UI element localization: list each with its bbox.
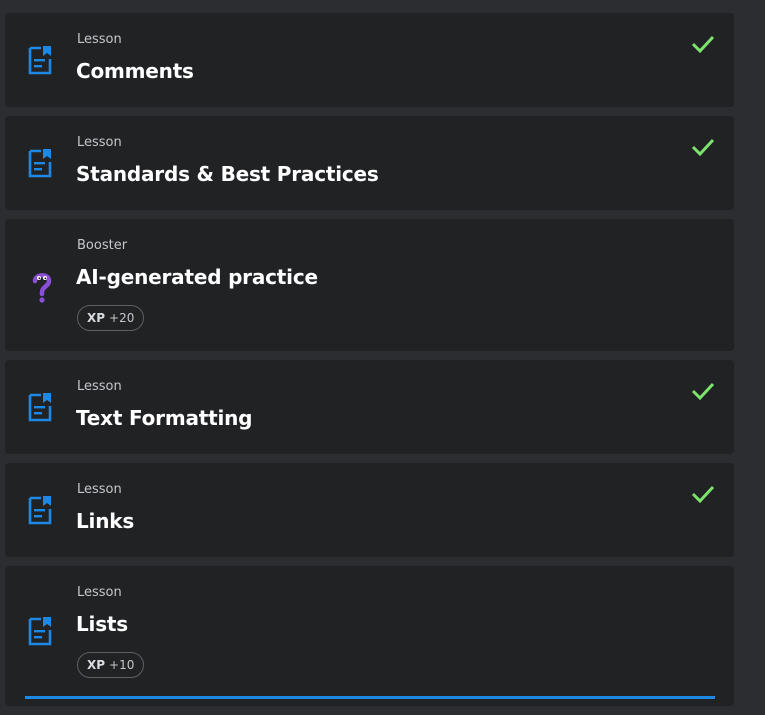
lesson-icon [28,149,52,178]
booster-item-ai-practice[interactable]: Booster AI-generated practice XP +20 [5,219,734,351]
item-kind: Lesson [77,585,122,600]
xp-label: XP [87,311,106,325]
item-kind: Lesson [77,482,122,497]
lesson-icon [28,46,52,75]
item-title: Links [76,509,135,533]
lesson-list: Lesson Comments Lesson Standards & Best … [5,13,734,715]
check-icon [691,485,715,503]
xp-label: XP [87,658,106,672]
lesson-icon [28,393,52,422]
lesson-item-lists[interactable]: Lesson Lists XP +10 [5,566,734,706]
xp-badge: XP +20 [77,305,145,331]
lesson-icon [28,496,52,525]
lesson-item-comments[interactable]: Lesson Comments [5,13,734,107]
item-title: AI-generated practice [76,265,318,289]
item-title: Lists [76,612,128,636]
xp-badge: XP +10 [77,652,145,678]
question-mascot-icon [32,273,52,303]
item-title: Comments [76,59,194,83]
xp-value: +10 [109,658,135,672]
xp-value: +20 [109,311,135,325]
item-kind: Booster [77,238,128,253]
item-kind: Lesson [77,135,122,150]
check-icon [691,138,715,156]
lesson-item-links[interactable]: Lesson Links [5,463,734,557]
check-icon [691,35,715,53]
lesson-item-text-formatting[interactable]: Lesson Text Formatting [5,360,734,454]
check-icon [691,382,715,400]
item-kind: Lesson [77,32,122,47]
item-title: Standards & Best Practices [76,162,379,186]
item-title: Text Formatting [76,406,253,430]
lesson-item-standards[interactable]: Lesson Standards & Best Practices [5,116,734,210]
lesson-icon [28,617,52,646]
item-kind: Lesson [77,379,122,394]
